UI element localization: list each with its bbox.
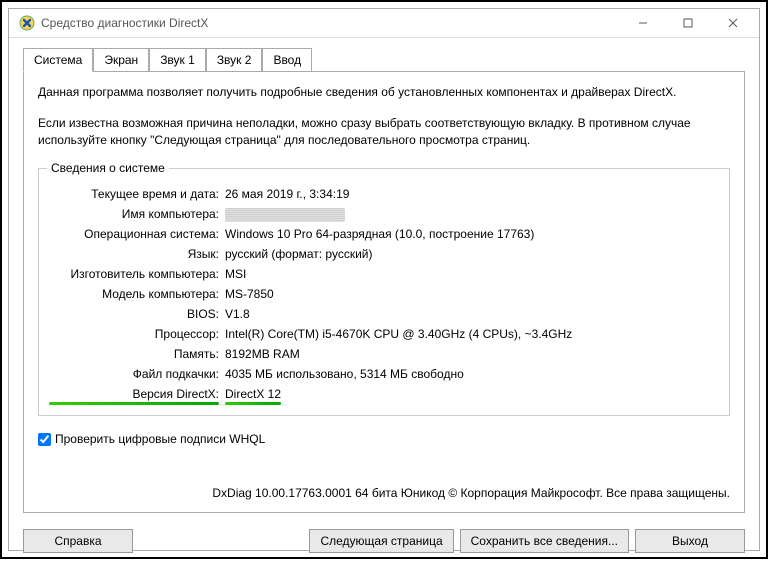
intro-text-1: Данная программа позволяет получить подр… — [38, 84, 730, 101]
row-model: Модель компьютера: MS-7850 — [49, 285, 719, 303]
tab-input[interactable]: Ввод — [262, 48, 312, 71]
redacted-value — [225, 208, 345, 222]
row-os: Операционная система: Windows 10 Pro 64-… — [49, 225, 719, 243]
dxdiag-window: Средство диагностики DirectX Система Экр… — [8, 8, 760, 551]
maximize-button[interactable] — [665, 9, 710, 37]
label-manufacturer: Изготовитель компьютера: — [49, 265, 219, 283]
label-lang: Язык: — [49, 245, 219, 263]
value-datetime: 26 мая 2019 г., 3:34:19 — [225, 185, 719, 203]
row-datetime: Текущее время и дата: 26 мая 2019 г., 3:… — [49, 185, 719, 203]
value-directx: DirectX 12 — [225, 385, 281, 403]
label-cpu: Процессор: — [49, 325, 219, 343]
help-button[interactable]: Справка — [23, 529, 133, 553]
tab-bar: Система Экран Звук 1 Звук 2 Ввод — [23, 48, 745, 71]
tab-system[interactable]: Система — [23, 48, 93, 72]
window-title: Средство диагностики DirectX — [41, 16, 620, 30]
next-page-button[interactable]: Следующая страница — [309, 529, 453, 553]
label-directx: Версия DirectX: — [49, 385, 219, 403]
value-computer-name — [225, 205, 719, 223]
value-pagefile: 4035 МБ использовано, 5314 МБ свободно — [225, 365, 719, 383]
label-computer-name: Имя компьютера: — [49, 205, 219, 223]
value-model: MS-7850 — [225, 285, 719, 303]
row-lang: Язык: русский (формат: русский) — [49, 245, 719, 263]
whql-checkbox-row[interactable]: Проверить цифровые подписи WHQL — [38, 432, 730, 446]
row-pagefile: Файл подкачки: 4035 МБ использовано, 531… — [49, 365, 719, 383]
row-manufacturer: Изготовитель компьютера: MSI — [49, 265, 719, 283]
whql-checkbox-label: Проверить цифровые подписи WHQL — [55, 432, 265, 446]
footer-copyright: DxDiag 10.00.17763.0001 64 бита Юникод ©… — [38, 486, 730, 500]
label-datetime: Текущее время и дата: — [49, 185, 219, 203]
row-directx: Версия DirectX: DirectX 12 — [49, 385, 719, 403]
minimize-button[interactable] — [620, 9, 665, 37]
tab-panel-system: Данная программа позволяет получить подр… — [23, 71, 745, 513]
label-ram: Память: — [49, 345, 219, 363]
tab-sound1[interactable]: Звук 1 — [149, 48, 206, 71]
value-os: Windows 10 Pro 64-разрядная (10.0, постр… — [225, 225, 719, 243]
value-cpu: Intel(R) Core(TM) i5-4670K CPU @ 3.40GHz… — [225, 325, 719, 343]
dxdiag-icon — [19, 15, 35, 31]
row-ram: Память: 8192MB RAM — [49, 345, 719, 363]
group-legend: Сведения о системе — [47, 161, 169, 175]
value-lang: русский (формат: русский) — [225, 245, 719, 263]
label-bios: BIOS: — [49, 305, 219, 323]
value-ram: 8192MB RAM — [225, 345, 719, 363]
label-model: Модель компьютера: — [49, 285, 219, 303]
save-all-button[interactable]: Сохранить все сведения... — [460, 529, 629, 553]
value-manufacturer: MSI — [225, 265, 719, 283]
row-computer-name: Имя компьютера: — [49, 205, 719, 223]
value-bios: V1.8 — [225, 305, 719, 323]
whql-checkbox[interactable] — [38, 433, 51, 446]
tab-sound2[interactable]: Звук 2 — [206, 48, 263, 71]
label-pagefile: Файл подкачки: — [49, 365, 219, 383]
intro-text-2: Если известна возможная причина неполадк… — [38, 115, 730, 149]
button-bar: Справка Следующая страница Сохранить все… — [9, 521, 759, 561]
row-cpu: Процессор: Intel(R) Core(TM) i5-4670K CP… — [49, 325, 719, 343]
exit-button[interactable]: Выход — [635, 529, 745, 553]
system-info-group: Сведения о системе Текущее время и дата:… — [38, 168, 730, 416]
tab-display[interactable]: Экран — [93, 48, 149, 71]
row-bios: BIOS: V1.8 — [49, 305, 719, 323]
label-os: Операционная система: — [49, 225, 219, 243]
close-button[interactable] — [710, 9, 755, 37]
titlebar: Средство диагностики DirectX — [9, 9, 759, 38]
